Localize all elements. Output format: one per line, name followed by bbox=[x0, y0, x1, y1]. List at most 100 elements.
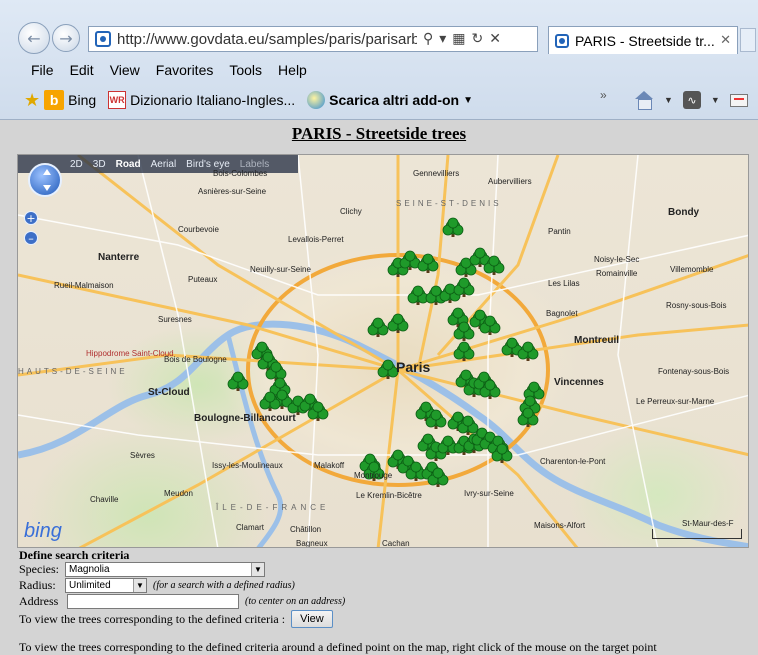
map-view-labels[interactable]: Labels bbox=[240, 159, 269, 170]
map-label: Bondy bbox=[668, 207, 700, 218]
map-label: Charenton-le-Pont bbox=[540, 457, 606, 466]
map-label: St-Cloud bbox=[148, 387, 190, 398]
map-label: SEINE-ST-DENIS bbox=[396, 199, 502, 208]
radius-row: Radius: Unlimited ▼ (for a search with a… bbox=[19, 578, 295, 593]
address-label: Address bbox=[19, 594, 59, 608]
favorite-dizionario[interactable]: WR Dizionario Italiano-Ingles... bbox=[108, 91, 295, 109]
radius-select[interactable]: Unlimited ▼ bbox=[65, 578, 147, 593]
map-compass-icon[interactable] bbox=[28, 163, 62, 197]
tree-marker-icon[interactable] bbox=[227, 371, 249, 391]
home-dropdown-icon[interactable]: ▼ bbox=[664, 95, 673, 105]
wordreference-icon: WR bbox=[108, 91, 127, 109]
map-label: Ivry-sur-Seine bbox=[464, 489, 514, 498]
refresh-icon[interactable]: ↻ bbox=[472, 31, 484, 47]
stop-icon[interactable]: ✕ bbox=[489, 31, 501, 47]
map-view-3d[interactable]: 3D bbox=[93, 159, 106, 170]
menu-view[interactable]: View bbox=[109, 62, 141, 82]
map-label: Montreuil bbox=[574, 335, 619, 346]
tab-title: PARIS - Streetside tr... bbox=[575, 32, 715, 49]
rss-feed-icon[interactable]: ∿ bbox=[682, 91, 701, 109]
tree-marker-icon[interactable] bbox=[407, 285, 429, 305]
footer-row: To view the trees corresponding to the d… bbox=[19, 640, 657, 655]
map-label: Levallois-Perret bbox=[288, 235, 344, 244]
map-label: St-Maur-des-F bbox=[682, 519, 734, 528]
radius-label: Radius: bbox=[19, 578, 56, 592]
search-icon[interactable]: ⚲ bbox=[423, 31, 433, 47]
radius-hint: (for a search with a defined radius) bbox=[153, 580, 295, 591]
favorite-bing[interactable]: b Bing bbox=[44, 90, 96, 110]
url-text[interactable]: http://www.govdata.eu/samples/paris/pari… bbox=[117, 31, 417, 48]
tree-marker-icon[interactable] bbox=[367, 317, 389, 337]
map-view-2d[interactable]: 2D bbox=[70, 159, 83, 170]
map-view-road[interactable]: Road bbox=[116, 159, 141, 170]
navigation-bar: ← → http://www.govdata.eu/samples/paris/… bbox=[0, 14, 758, 58]
map-view[interactable]: 2D 3D Road Aerial Bird's eye Labels + – … bbox=[17, 154, 749, 548]
map-view-birdseye[interactable]: Bird's eye bbox=[186, 159, 230, 170]
species-label: Species: bbox=[19, 562, 59, 576]
zoom-out-icon[interactable]: – bbox=[24, 231, 38, 245]
menu-bar: File Edit View Favorites Tools Help bbox=[30, 62, 308, 82]
view-instruction: To view the trees corresponding to the d… bbox=[19, 611, 286, 626]
home-icon[interactable] bbox=[634, 91, 654, 110]
chevron-down-icon: ▼ bbox=[133, 579, 146, 592]
map-label: Issy-les-Moulineaux bbox=[212, 461, 283, 470]
species-row: Species: Magnolia ▼ bbox=[19, 562, 265, 577]
tree-marker-icon[interactable] bbox=[442, 217, 464, 237]
map-label: Bagneux bbox=[296, 539, 328, 548]
favorite-dizionario-label: Dizionario Italiano-Ingles... bbox=[130, 92, 296, 108]
chevron-down-icon: ▼ bbox=[463, 94, 473, 106]
map-label: Neuilly-sur-Seine bbox=[250, 265, 311, 274]
more-chevron-icon[interactable]: » bbox=[600, 88, 607, 102]
address-row: Address (to center on an address) bbox=[19, 594, 345, 609]
tab-active[interactable]: PARIS - Streetside tr... ✕ bbox=[548, 26, 738, 54]
new-tab-button[interactable] bbox=[740, 28, 756, 52]
rss-dropdown-icon[interactable]: ▼ bbox=[711, 95, 720, 105]
map-label: Noisy-le-Sec bbox=[594, 255, 640, 264]
zoom-in-icon[interactable]: + bbox=[24, 211, 38, 225]
menu-file[interactable]: File bbox=[30, 62, 55, 82]
map-label: Aubervilliers bbox=[488, 177, 532, 186]
map-label: Cachan bbox=[382, 539, 410, 548]
page-title: PARIS - Streetside trees bbox=[291, 124, 467, 143]
forward-button[interactable]: → bbox=[52, 24, 80, 52]
favorite-addons[interactable]: Scarica altri add-on ▼ bbox=[307, 91, 473, 109]
map-label: ÎLE-DE-FRANCE bbox=[216, 503, 330, 512]
tree-marker-icon[interactable] bbox=[387, 313, 409, 333]
map-label: Clichy bbox=[340, 207, 362, 216]
species-select[interactable]: Magnolia ▼ bbox=[65, 562, 265, 577]
address-hint: (to center on an address) bbox=[245, 596, 346, 607]
back-arrow-icon: ← bbox=[27, 28, 41, 48]
map-label: Chaville bbox=[90, 495, 119, 504]
address-bar[interactable]: http://www.govdata.eu/samples/paris/pari… bbox=[88, 26, 538, 52]
tree-marker-icon[interactable] bbox=[453, 277, 475, 297]
favorites-bar: ★ b Bing WR Dizionario Italiano-Ingles..… bbox=[24, 86, 754, 114]
favorites-star-icon[interactable]: ★ bbox=[24, 90, 40, 111]
radius-selected-value: Unlimited bbox=[69, 580, 111, 591]
map-label: Asnières-sur-Seine bbox=[198, 187, 267, 196]
menu-help[interactable]: Help bbox=[277, 62, 308, 82]
menu-favorites[interactable]: Favorites bbox=[155, 62, 215, 82]
read-mail-icon[interactable] bbox=[729, 93, 748, 107]
addons-globe-icon bbox=[307, 91, 326, 109]
back-button[interactable]: ← bbox=[18, 22, 50, 54]
menu-tools[interactable]: Tools bbox=[228, 62, 263, 82]
view-button[interactable]: View bbox=[291, 610, 333, 628]
address-input[interactable] bbox=[67, 594, 239, 609]
tab-close-icon[interactable]: ✕ bbox=[720, 33, 731, 48]
map-label: Boulogne-Billancourt bbox=[194, 413, 296, 424]
compatibility-view-icon[interactable]: ▦ bbox=[452, 31, 465, 47]
view-row: To view the trees corresponding to the d… bbox=[19, 610, 333, 628]
tree-marker-icon[interactable] bbox=[517, 341, 539, 361]
tree-marker-icon[interactable] bbox=[453, 341, 475, 361]
map-label: Montrouge bbox=[354, 471, 393, 480]
map-label: Rosny-sous-Bois bbox=[666, 301, 727, 310]
map-label: Fontenay-sous-Bois bbox=[658, 367, 730, 376]
map-label: Bagnolet bbox=[546, 309, 578, 318]
bing-icon: b bbox=[44, 90, 65, 110]
map-view-aerial[interactable]: Aerial bbox=[151, 159, 177, 170]
map-label: Les Lilas bbox=[548, 279, 580, 288]
browser-chrome: ← → http://www.govdata.eu/samples/paris/… bbox=[0, 0, 758, 120]
menu-edit[interactable]: Edit bbox=[69, 62, 95, 82]
dropdown-arrow-icon[interactable]: ▾ bbox=[439, 31, 446, 47]
map-label: Sèvres bbox=[130, 451, 155, 460]
